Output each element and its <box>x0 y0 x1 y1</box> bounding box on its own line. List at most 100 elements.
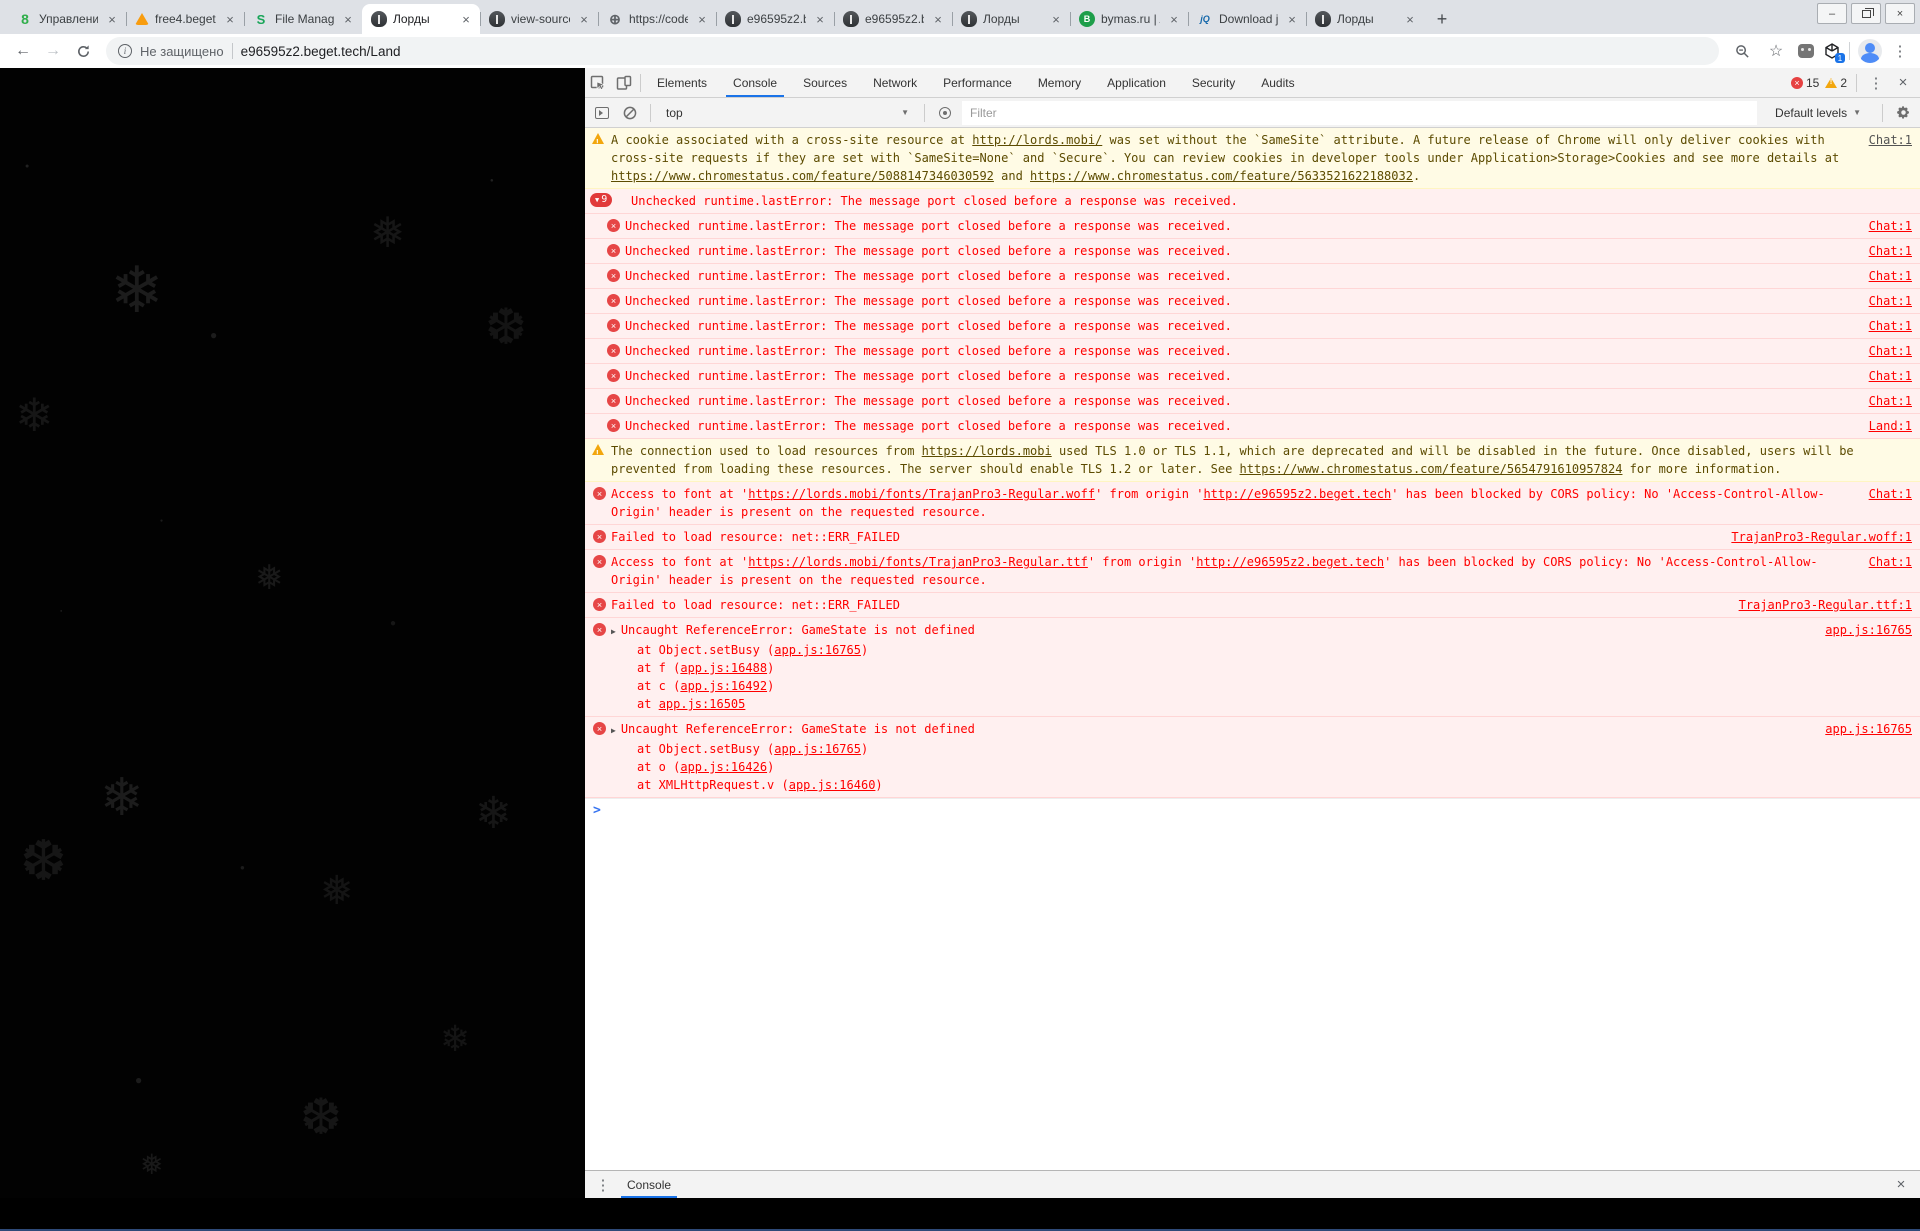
drawer-tab-console[interactable]: Console <box>619 1171 679 1198</box>
clear-console-icon[interactable] <box>619 102 641 124</box>
tab-close-icon[interactable] <box>340 11 356 27</box>
drawer-close-icon[interactable] <box>1890 1176 1912 1193</box>
message-source-link[interactable]: Chat:1 <box>1869 131 1912 149</box>
forward-button[interactable]: → <box>40 38 66 64</box>
message-link[interactable]: app.js:16488 <box>680 661 767 675</box>
reload-button[interactable] <box>70 38 96 64</box>
restore-button[interactable] <box>1851 3 1881 24</box>
devtools-tab-performance[interactable]: Performance <box>930 68 1025 97</box>
devtools-tab-console[interactable]: Console <box>720 68 790 97</box>
browser-tab[interactable]: jQDownload jQue <box>1188 4 1306 34</box>
inspect-element-icon[interactable] <box>585 68 611 97</box>
tab-close-icon[interactable] <box>458 11 474 27</box>
message-link[interactable]: app.js:16765 <box>774 643 861 657</box>
device-toolbar-icon[interactable] <box>611 68 637 97</box>
message-link[interactable]: http://e96595z2.beget.tech <box>1196 555 1384 569</box>
message-link[interactable]: app.js:16460 <box>789 778 876 792</box>
message-source-link[interactable]: TrajanPro3-Regular.woff:1 <box>1731 528 1912 546</box>
settings-gear-icon[interactable] <box>1892 102 1914 124</box>
devtools-tab-elements[interactable]: Elements <box>644 68 720 97</box>
info-icon[interactable]: i <box>118 44 132 58</box>
message-source-link[interactable]: TrajanPro3-Regular.ttf:1 <box>1739 596 1912 614</box>
tab-close-icon[interactable] <box>104 11 120 27</box>
extension-icon[interactable] <box>1797 42 1815 60</box>
devtools-tab-memory[interactable]: Memory <box>1025 68 1094 97</box>
devtools-close-icon[interactable] <box>1892 74 1914 91</box>
devtools-tab-audits[interactable]: Audits <box>1248 68 1307 97</box>
browser-menu-icon[interactable] <box>1890 42 1910 60</box>
browser-tab[interactable]: SFile Manager - <box>244 4 362 34</box>
devtools-tab-network[interactable]: Network <box>860 68 930 97</box>
browser-tab[interactable]: Лорды <box>952 4 1070 34</box>
devtools-menu-icon[interactable] <box>1866 74 1886 92</box>
expand-arrow-icon[interactable] <box>611 722 616 740</box>
message-source-link[interactable]: Chat:1 <box>1869 342 1912 360</box>
back-button[interactable]: ← <box>10 38 36 64</box>
browser-tab[interactable]: 8Управление М <box>8 4 126 34</box>
message-source-link[interactable]: app.js:16765 <box>1825 720 1912 738</box>
message-source-link[interactable]: Chat:1 <box>1869 267 1912 285</box>
message-source-link[interactable]: Chat:1 <box>1869 217 1912 235</box>
devtools-tab-sources[interactable]: Sources <box>790 68 860 97</box>
message-link[interactable]: app.js:16492 <box>680 679 767 693</box>
execution-context-select[interactable]: top <box>660 102 915 124</box>
message-source-link[interactable]: Chat:1 <box>1869 317 1912 335</box>
browser-tab[interactable]: Лорды <box>362 4 480 34</box>
message-source-link[interactable]: app.js:16765 <box>1825 621 1912 639</box>
console-sidebar-icon[interactable] <box>591 102 613 124</box>
console-prompt[interactable] <box>585 798 1920 822</box>
message-link[interactable]: app.js:16765 <box>774 742 861 756</box>
message-link[interactable]: https://lords.mobi/fonts/TrajanPro3-Regu… <box>748 487 1095 501</box>
page-viewport[interactable]: ❄❅❆❄❅❄❆❅❄❆❅❄●●●●●●●● <box>0 68 585 1198</box>
message-source-link[interactable]: Chat:1 <box>1869 367 1912 385</box>
message-link[interactable]: app.js:16426 <box>680 760 767 774</box>
tab-close-icon[interactable] <box>1166 11 1182 27</box>
filter-input[interactable] <box>962 101 1757 125</box>
close-window-button[interactable]: × <box>1885 3 1915 24</box>
live-expression-icon[interactable] <box>934 102 956 124</box>
url-text[interactable]: e96595z2.beget.tech/Land <box>241 44 401 59</box>
message-link[interactable]: https://lords.mobi/fonts/TrajanPro3-Regu… <box>748 555 1088 569</box>
message-link[interactable]: https://lords.mobi <box>922 444 1052 458</box>
new-tab-button[interactable]: + <box>1428 5 1456 33</box>
message-link[interactable]: https://www.chromestatus.com/feature/565… <box>1240 462 1623 476</box>
browser-tab[interactable]: Bbymas.ru | Ajax <box>1070 4 1188 34</box>
browser-tab[interactable]: view-source:e9 <box>480 4 598 34</box>
bookmark-star-icon[interactable] <box>1763 38 1789 64</box>
browser-tab[interactable]: Лорды <box>1306 4 1424 34</box>
tab-close-icon[interactable] <box>930 11 946 27</box>
browser-tab[interactable]: e96595z2.bege <box>716 4 834 34</box>
devtools-tab-security[interactable]: Security <box>1179 68 1248 97</box>
tab-close-icon[interactable] <box>576 11 592 27</box>
message-source-link[interactable]: Chat:1 <box>1869 242 1912 260</box>
message-source-link[interactable]: Chat:1 <box>1869 485 1912 503</box>
message-source-link[interactable]: Chat:1 <box>1869 553 1912 571</box>
message-link[interactable]: https://www.chromestatus.com/feature/508… <box>611 169 994 183</box>
tab-close-icon[interactable] <box>1402 11 1418 27</box>
browser-tab[interactable]: e96595z2.bege <box>834 4 952 34</box>
expand-arrow-icon[interactable] <box>611 623 616 641</box>
message-link[interactable]: http://e96595z2.beget.tech <box>1203 487 1391 501</box>
message-source-link[interactable]: Land:1 <box>1869 417 1912 435</box>
message-link[interactable]: http://lords.mobi/ <box>972 133 1102 147</box>
message-source-link[interactable]: Chat:1 <box>1869 392 1912 410</box>
tab-close-icon[interactable] <box>694 11 710 27</box>
tab-close-icon[interactable] <box>1284 11 1300 27</box>
warning-count[interactable]: 2 <box>1825 76 1847 90</box>
url-box[interactable]: i Не защищено e96595z2.beget.tech/Land <box>106 37 1719 65</box>
log-levels-select[interactable]: Default levels <box>1763 106 1873 120</box>
browser-tab[interactable]: free4.beget.com <box>126 4 244 34</box>
profile-avatar[interactable] <box>1858 39 1882 63</box>
security-label[interactable]: Не защищено <box>140 44 224 59</box>
message-source-link[interactable]: Chat:1 <box>1869 292 1912 310</box>
message-link[interactable]: app.js:16505 <box>659 697 746 711</box>
tab-close-icon[interactable] <box>1048 11 1064 27</box>
error-count[interactable]: 15 <box>1791 76 1819 90</box>
drawer-menu-icon[interactable] <box>593 1176 613 1194</box>
message-link[interactable]: https://www.chromestatus.com/feature/563… <box>1030 169 1413 183</box>
tab-close-icon[interactable] <box>812 11 828 27</box>
extension-cube-icon[interactable]: 1 <box>1823 42 1841 60</box>
tab-close-icon[interactable] <box>222 11 238 27</box>
browser-tab[interactable]: https://code.jq <box>598 4 716 34</box>
error-group-badge[interactable]: 9 <box>590 193 612 207</box>
